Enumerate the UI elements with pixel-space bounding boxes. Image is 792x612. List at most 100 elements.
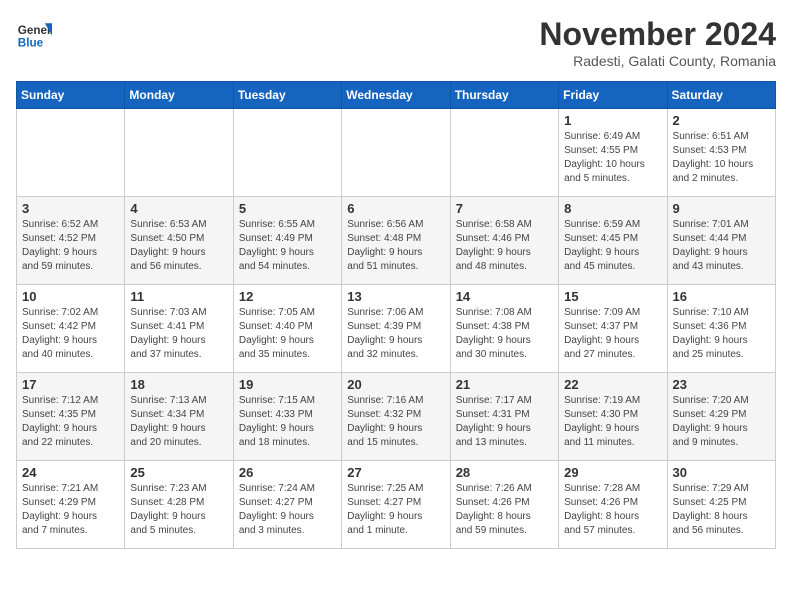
day-info: Sunrise: 7:21 AM Sunset: 4:29 PM Dayligh…: [22, 482, 119, 538]
day-cell: [450, 109, 558, 197]
day-number: 26: [239, 465, 336, 480]
day-info: Sunrise: 7:09 AM Sunset: 4:37 PM Dayligh…: [564, 306, 661, 362]
day-number: 7: [456, 201, 553, 216]
header-day-sunday: Sunday: [17, 82, 125, 109]
day-cell: 29 Sunrise: 7:28 AM Sunset: 4:26 PM Dayli…: [559, 461, 667, 549]
day-cell: 23 Sunrise: 7:20 AM Sunset: 4:29 PM Dayli…: [667, 373, 775, 461]
day-number: 24: [22, 465, 119, 480]
day-cell: 20 Sunrise: 7:16 AM Sunset: 4:32 PM Dayli…: [342, 373, 450, 461]
day-cell: 27 Sunrise: 7:25 AM Sunset: 4:27 PM Dayli…: [342, 461, 450, 549]
day-cell: 5 Sunrise: 6:55 AM Sunset: 4:49 PM Daylig…: [233, 197, 341, 285]
day-info: Sunrise: 6:53 AM Sunset: 4:50 PM Dayligh…: [130, 218, 227, 274]
day-info: Sunrise: 7:19 AM Sunset: 4:30 PM Dayligh…: [564, 394, 661, 450]
day-number: 13: [347, 289, 444, 304]
month-title: November 2024: [539, 16, 776, 53]
day-info: Sunrise: 7:28 AM Sunset: 4:26 PM Dayligh…: [564, 482, 661, 538]
day-number: 18: [130, 377, 227, 392]
day-number: 22: [564, 377, 661, 392]
header-day-saturday: Saturday: [667, 82, 775, 109]
day-info: Sunrise: 6:52 AM Sunset: 4:52 PM Dayligh…: [22, 218, 119, 274]
day-cell: [342, 109, 450, 197]
day-cell: 14Sunrise: 7:08 AM Sunset: 4:38 PM Dayli…: [450, 285, 558, 373]
day-info: Sunrise: 7:29 AM Sunset: 4:25 PM Dayligh…: [673, 482, 770, 538]
week-row-4: 17Sunrise: 7:12 AM Sunset: 4:35 PM Dayli…: [17, 373, 776, 461]
day-number: 15: [564, 289, 661, 304]
day-cell: 15 Sunrise: 7:09 AM Sunset: 4:37 PM Dayli…: [559, 285, 667, 373]
day-number: 9: [673, 201, 770, 216]
day-info: Sunrise: 6:56 AM Sunset: 4:48 PM Dayligh…: [347, 218, 444, 274]
day-cell: 13 Sunrise: 7:06 AM Sunset: 4:39 PM Dayli…: [342, 285, 450, 373]
header-day-friday: Friday: [559, 82, 667, 109]
day-number: 3: [22, 201, 119, 216]
day-number: 17: [22, 377, 119, 392]
header-row: SundayMondayTuesdayWednesdayThursdayFrid…: [17, 82, 776, 109]
header: General Blue November 2024 Radesti, Gala…: [16, 16, 776, 69]
day-number: 25: [130, 465, 227, 480]
day-cell: 16 Sunrise: 7:10 AM Sunset: 4:36 PM Dayli…: [667, 285, 775, 373]
header-day-tuesday: Tuesday: [233, 82, 341, 109]
svg-text:Blue: Blue: [18, 37, 44, 50]
day-number: 2: [673, 113, 770, 128]
day-cell: 21 Sunrise: 7:17 AM Sunset: 4:31 PM Dayli…: [450, 373, 558, 461]
location: Radesti, Galati County, Romania: [539, 53, 776, 69]
day-cell: [125, 109, 233, 197]
day-cell: 17Sunrise: 7:12 AM Sunset: 4:35 PM Dayli…: [17, 373, 125, 461]
day-cell: [17, 109, 125, 197]
day-cell: 18 Sunrise: 7:13 AM Sunset: 4:34 PM Dayli…: [125, 373, 233, 461]
day-info: Sunrise: 7:13 AM Sunset: 4:34 PM Dayligh…: [130, 394, 227, 450]
day-number: 16: [673, 289, 770, 304]
week-row-5: 24 Sunrise: 7:21 AM Sunset: 4:29 PM Dayli…: [17, 461, 776, 549]
day-number: 12: [239, 289, 336, 304]
day-info: Sunrise: 7:17 AM Sunset: 4:31 PM Dayligh…: [456, 394, 553, 450]
day-number: 14: [456, 289, 553, 304]
day-cell: 6 Sunrise: 6:56 AM Sunset: 4:48 PM Daylig…: [342, 197, 450, 285]
day-info: Sunrise: 7:16 AM Sunset: 4:32 PM Dayligh…: [347, 394, 444, 450]
day-cell: 2Sunrise: 6:51 AM Sunset: 4:53 PM Daylig…: [667, 109, 775, 197]
day-number: 30: [673, 465, 770, 480]
header-day-wednesday: Wednesday: [342, 82, 450, 109]
header-day-monday: Monday: [125, 82, 233, 109]
day-cell: 8 Sunrise: 6:59 AM Sunset: 4:45 PM Daylig…: [559, 197, 667, 285]
day-info: Sunrise: 7:02 AM Sunset: 4:42 PM Dayligh…: [22, 306, 119, 362]
day-info: Sunrise: 6:58 AM Sunset: 4:46 PM Dayligh…: [456, 218, 553, 274]
day-info: Sunrise: 7:03 AM Sunset: 4:41 PM Dayligh…: [130, 306, 227, 362]
logo: General Blue: [16, 16, 52, 52]
day-info: Sunrise: 7:24 AM Sunset: 4:27 PM Dayligh…: [239, 482, 336, 538]
day-cell: 22 Sunrise: 7:19 AM Sunset: 4:30 PM Dayli…: [559, 373, 667, 461]
day-cell: 24 Sunrise: 7:21 AM Sunset: 4:29 PM Dayli…: [17, 461, 125, 549]
day-number: 1: [564, 113, 661, 128]
day-number: 20: [347, 377, 444, 392]
day-cell: 10Sunrise: 7:02 AM Sunset: 4:42 PM Dayli…: [17, 285, 125, 373]
week-row-2: 3 Sunrise: 6:52 AM Sunset: 4:52 PM Daylig…: [17, 197, 776, 285]
day-number: 5: [239, 201, 336, 216]
week-row-1: 1 Sunrise: 6:49 AM Sunset: 4:55 PM Daylig…: [17, 109, 776, 197]
logo-icon: General Blue: [16, 16, 52, 52]
title-area: November 2024 Radesti, Galati County, Ro…: [539, 16, 776, 69]
day-info: Sunrise: 7:25 AM Sunset: 4:27 PM Dayligh…: [347, 482, 444, 538]
day-info: Sunrise: 7:06 AM Sunset: 4:39 PM Dayligh…: [347, 306, 444, 362]
day-info: Sunrise: 7:20 AM Sunset: 4:29 PM Dayligh…: [673, 394, 770, 450]
day-cell: 28 Sunrise: 7:26 AM Sunset: 4:26 PM Dayli…: [450, 461, 558, 549]
day-cell: 11 Sunrise: 7:03 AM Sunset: 4:41 PM Dayli…: [125, 285, 233, 373]
day-number: 27: [347, 465, 444, 480]
day-number: 21: [456, 377, 553, 392]
day-cell: 4Sunrise: 6:53 AM Sunset: 4:50 PM Daylig…: [125, 197, 233, 285]
day-cell: 26 Sunrise: 7:24 AM Sunset: 4:27 PM Dayli…: [233, 461, 341, 549]
day-info: Sunrise: 6:49 AM Sunset: 4:55 PM Dayligh…: [564, 130, 661, 186]
day-cell: [233, 109, 341, 197]
day-info: Sunrise: 7:26 AM Sunset: 4:26 PM Dayligh…: [456, 482, 553, 538]
day-cell: 3 Sunrise: 6:52 AM Sunset: 4:52 PM Daylig…: [17, 197, 125, 285]
day-info: Sunrise: 7:05 AM Sunset: 4:40 PM Dayligh…: [239, 306, 336, 362]
day-number: 11: [130, 289, 227, 304]
day-info: Sunrise: 7:01 AM Sunset: 4:44 PM Dayligh…: [673, 218, 770, 274]
day-number: 29: [564, 465, 661, 480]
day-number: 28: [456, 465, 553, 480]
day-number: 8: [564, 201, 661, 216]
day-number: 23: [673, 377, 770, 392]
day-number: 19: [239, 377, 336, 392]
day-number: 6: [347, 201, 444, 216]
day-info: Sunrise: 6:55 AM Sunset: 4:49 PM Dayligh…: [239, 218, 336, 274]
day-info: Sunrise: 7:10 AM Sunset: 4:36 PM Dayligh…: [673, 306, 770, 362]
week-row-3: 10Sunrise: 7:02 AM Sunset: 4:42 PM Dayli…: [17, 285, 776, 373]
day-info: Sunrise: 6:59 AM Sunset: 4:45 PM Dayligh…: [564, 218, 661, 274]
